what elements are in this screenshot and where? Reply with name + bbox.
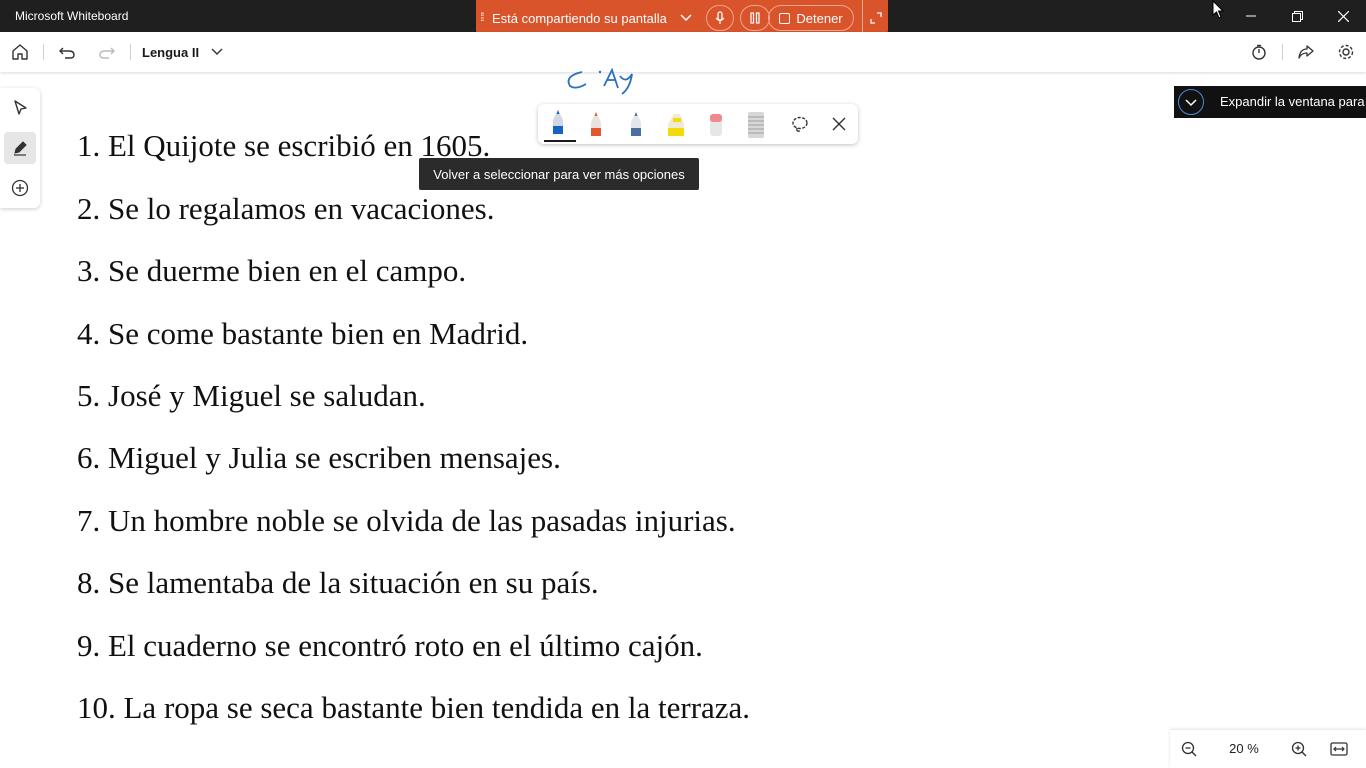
pen-tool-button[interactable]	[4, 132, 36, 164]
expand-window-label: Expandir la ventana para	[1220, 94, 1365, 109]
toolbar-divider	[130, 44, 131, 60]
sentence-item: 9. El cuaderno se encontró roto en el úl…	[77, 628, 703, 663]
ruler-button[interactable]	[740, 106, 776, 142]
add-icon	[11, 179, 29, 197]
zoom-in-icon	[1291, 741, 1307, 757]
stop-icon	[779, 12, 791, 24]
chevron-down-icon[interactable]	[211, 46, 223, 58]
toolbar-divider	[1282, 44, 1283, 60]
pen-blue-button[interactable]	[540, 106, 576, 142]
sentence-item: 10. La ropa se seca bastante bien tendid…	[77, 690, 751, 725]
toolbar-divider	[43, 44, 44, 60]
pen-icon	[14, 141, 27, 156]
add-button[interactable]	[4, 172, 36, 204]
timer-icon	[1252, 44, 1266, 60]
close-icon	[832, 117, 846, 131]
stop-sharing-button[interactable]: Detener	[768, 5, 854, 31]
drag-handle-icon[interactable]: ⁞⁞	[480, 10, 484, 24]
share-icon	[1298, 45, 1314, 59]
tooltip: Volver a seleccionar para ver más opcion…	[419, 158, 699, 190]
select-tool-button[interactable]	[4, 92, 36, 124]
zoom-controls: 20 %	[1170, 730, 1366, 768]
pause-button[interactable]	[740, 5, 770, 31]
expand-circle-button[interactable]	[1178, 89, 1204, 115]
chevron-down-icon	[1185, 99, 1197, 107]
highlighter-icon	[668, 114, 684, 136]
fit-to-screen-button[interactable]	[1320, 730, 1358, 768]
minimize-icon	[1246, 15, 1256, 17]
select-icon	[14, 100, 27, 115]
minimize-button[interactable]	[1228, 0, 1274, 32]
pen-gray-icon	[631, 112, 641, 136]
app-title: Microsoft Whiteboard	[15, 9, 129, 23]
eraser-icon	[710, 114, 722, 136]
eraser-button[interactable]	[700, 106, 736, 142]
expand-icon	[869, 12, 882, 24]
sentence-item: 8. Se lamentaba de la situación en su pa…	[77, 565, 599, 600]
zoom-out-icon	[1181, 741, 1197, 757]
restore-icon	[1291, 10, 1303, 22]
chevron-down-icon[interactable]	[680, 12, 692, 24]
screen-share-bar: ⁞⁞ Está compartiendo su pantalla Detener	[476, 0, 888, 36]
fit-screen-icon	[1330, 742, 1348, 756]
home-button[interactable]	[4, 32, 36, 72]
pen-gray-button[interactable]	[620, 106, 656, 142]
ruler-icon	[748, 112, 764, 138]
sentence-item: 4. Se come bastante bien en Madrid.	[77, 316, 529, 351]
left-tool-rail	[0, 88, 40, 208]
pen-red-button[interactable]	[580, 106, 616, 142]
stop-label: Detener	[796, 10, 843, 26]
microphone-button[interactable]	[706, 5, 734, 31]
microphone-icon	[715, 11, 725, 24]
sentence-item: 2. Se lo regalamos en vacaciones.	[77, 191, 495, 226]
sentence-item: 7. Un hombre noble se olvida de las pasa…	[77, 503, 736, 538]
undo-button[interactable]	[51, 32, 83, 72]
main-toolbar: Lengua II	[0, 32, 1366, 72]
board-name[interactable]: Lengua II	[142, 45, 199, 60]
expand-share-button[interactable]	[862, 0, 888, 36]
pen-blue-icon	[553, 110, 563, 134]
close-tray-button[interactable]	[821, 106, 857, 142]
active-pen-indicator	[544, 140, 576, 142]
redo-button[interactable]	[91, 32, 123, 72]
undo-icon	[59, 47, 75, 59]
home-icon	[12, 44, 28, 60]
expand-window-banner[interactable]: Expandir la ventana para	[1174, 86, 1366, 118]
pen-red-icon	[591, 112, 601, 136]
lasso-button[interactable]	[782, 106, 818, 142]
share-button[interactable]	[1290, 32, 1322, 72]
share-status-text[interactable]: Está compartiendo su pantalla	[492, 11, 667, 26]
sentence-item: 6. Miguel y Julia se escriben mensajes.	[77, 440, 561, 475]
highlighter-button[interactable]	[660, 106, 696, 142]
settings-button[interactable]	[1330, 32, 1362, 72]
timer-button[interactable]	[1243, 32, 1275, 72]
settings-icon	[1338, 44, 1354, 60]
pause-icon	[750, 12, 760, 24]
zoom-in-button[interactable]	[1280, 730, 1318, 768]
sentence-item: 3. Se duerme bien en el campo.	[77, 253, 467, 288]
lasso-icon	[792, 116, 808, 132]
redo-icon	[99, 47, 115, 59]
handwritten-ink	[567, 67, 633, 95]
close-window-button[interactable]	[1320, 0, 1366, 32]
zoom-level[interactable]: 20 %	[1220, 741, 1268, 756]
pen-tray	[538, 104, 858, 144]
close-icon	[1337, 10, 1349, 22]
sentence-item: 5. José y Miguel se saludan.	[77, 378, 426, 413]
zoom-out-button[interactable]	[1170, 730, 1208, 768]
mouse-cursor-icon	[1212, 0, 1225, 19]
restore-button[interactable]	[1274, 0, 1320, 32]
